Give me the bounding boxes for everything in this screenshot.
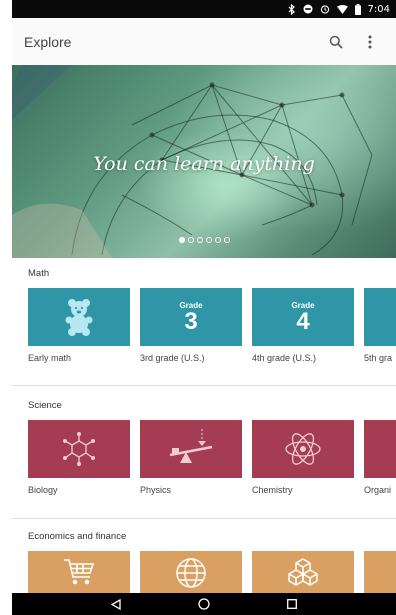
- tile-label: 3rd grade (U.S.): [140, 353, 205, 363]
- tile-image: [140, 551, 242, 593]
- tile-image: [364, 551, 396, 593]
- section-math: Math Early math Grade 3 3rd grade (U.S.)…: [12, 268, 396, 378]
- shopping-cart-icon: [64, 559, 95, 585]
- tile-economics-3[interactable]: [252, 551, 354, 593]
- tile-row: [28, 551, 396, 593]
- do-not-disturb-icon: [303, 4, 313, 14]
- tile-label: 5th gra: [364, 353, 393, 363]
- hero-banner[interactable]: You can learn anything: [12, 65, 396, 258]
- tile-label: Organi: [364, 485, 392, 495]
- tile-chemistry[interactable]: Chemistry: [252, 420, 354, 495]
- carousel-indicator: [12, 237, 396, 243]
- tile-label: 4th grade (U.S.): [252, 353, 317, 363]
- section-science: Science Biology Physics Chemistry Organi: [12, 400, 396, 510]
- tile-economics-4[interactable]: [364, 551, 396, 593]
- system-nav-bar: [12, 593, 396, 615]
- tile-economics-2[interactable]: [140, 551, 242, 593]
- tile-image: Grade 4: [252, 288, 354, 346]
- tile-physics[interactable]: Physics: [140, 420, 242, 495]
- carousel-dot-1[interactable]: [178, 237, 185, 243]
- recents-icon[interactable]: [277, 593, 307, 615]
- tile-biology[interactable]: Biology: [28, 420, 130, 495]
- teddy-bear-icon: [65, 299, 93, 336]
- tile-4th-grade[interactable]: Grade 4 4th grade (U.S.): [252, 288, 354, 363]
- back-icon[interactable]: [101, 593, 131, 615]
- app-bar: Explore: [12, 18, 396, 65]
- tile-image: [28, 551, 130, 593]
- carousel-dot-4[interactable]: [205, 237, 212, 243]
- cubes-icon: [288, 558, 318, 586]
- tile-5th-grade[interactable]: 5th gra: [364, 288, 396, 363]
- tile-image: Grade 3: [140, 288, 242, 346]
- tile-row: Biology Physics Chemistry Organi: [28, 420, 396, 500]
- grade-number: 4: [296, 307, 310, 335]
- tile-3rd-grade[interactable]: Grade 3 3rd grade (U.S.): [140, 288, 242, 363]
- atom-icon: [285, 433, 321, 465]
- search-icon[interactable]: [322, 28, 350, 56]
- section-title: Economics and finance: [28, 531, 127, 542]
- tile-image: [364, 420, 396, 478]
- carousel-dot-5[interactable]: [214, 237, 221, 243]
- section-title: Math: [28, 268, 50, 279]
- carousel-dot-6[interactable]: [223, 237, 230, 243]
- tile-label: Physics: [140, 485, 172, 495]
- section-title: Science: [28, 400, 62, 411]
- carousel-dot-3[interactable]: [196, 237, 203, 243]
- section-divider: [12, 518, 396, 519]
- alarm-icon: [320, 4, 330, 14]
- molecule-icon: [63, 432, 95, 466]
- tile-image: [28, 288, 130, 346]
- tile-image: [140, 420, 242, 478]
- tile-economics-1[interactable]: [28, 551, 130, 593]
- tile-image: [252, 551, 354, 593]
- battery-icon: [354, 3, 361, 15]
- page-title: Explore: [24, 33, 72, 50]
- tile-organic-chemistry[interactable]: Organi: [364, 420, 396, 495]
- globe-icon: [176, 558, 206, 588]
- status-bar: 7:04: [12, 0, 396, 18]
- wifi-icon: [336, 4, 348, 14]
- tile-label: Early math: [28, 353, 72, 363]
- tile-label: Chemistry: [252, 485, 293, 495]
- tile-image: [252, 420, 354, 478]
- lever-icon: [169, 429, 213, 463]
- section-economics: Economics and finance: [12, 531, 396, 593]
- hero-caption: You can learn anything: [93, 153, 315, 175]
- tile-row: Early math Grade 3 3rd grade (U.S.) Grad…: [28, 288, 396, 368]
- status-time: 7:04: [367, 3, 390, 15]
- tile-early-math[interactable]: Early math: [28, 288, 130, 363]
- section-divider: [12, 385, 396, 386]
- home-icon[interactable]: [189, 593, 219, 615]
- carousel-dot-2[interactable]: [187, 237, 194, 243]
- tile-image: [364, 288, 396, 346]
- tile-image: [28, 420, 130, 478]
- more-vert-icon[interactable]: [356, 28, 384, 56]
- bluetooth-icon: [288, 3, 296, 15]
- tile-label: Biology: [28, 485, 58, 495]
- grade-number: 3: [184, 307, 198, 335]
